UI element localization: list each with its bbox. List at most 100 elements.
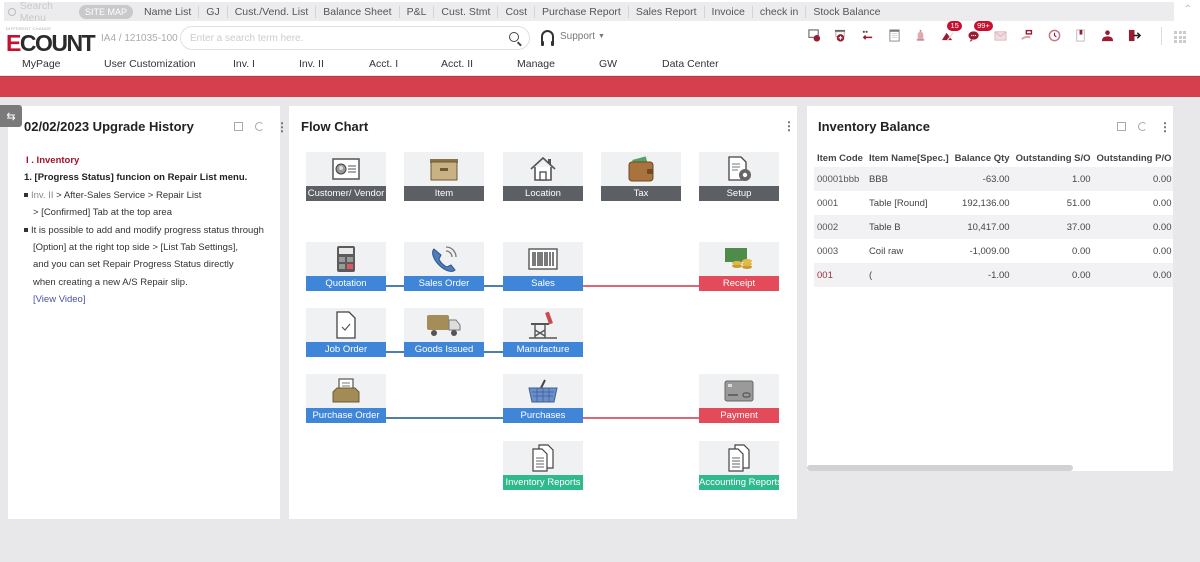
search-icon[interactable] <box>509 32 519 42</box>
quick-item-balance-sheet[interactable]: Balance Sheet <box>316 5 400 18</box>
ecount-logo[interactable]: DIFFERENT CHANGE ECOUNT <box>6 26 96 56</box>
bell-icon[interactable] <box>913 26 929 44</box>
bullet-continuation: when creating a new A/S Repair slip. <box>33 276 188 288</box>
global-search-input[interactable] <box>181 27 491 49</box>
cell-item-name[interactable]: ( <box>865 263 952 287</box>
quick-item-name-list[interactable]: Name List <box>137 5 200 18</box>
approval-icon[interactable]: 15 <box>939 21 962 44</box>
site-map-button[interactable]: SITE MAP <box>79 4 134 19</box>
column-header-outstanding-so[interactable]: Outstanding S/O <box>1013 150 1094 167</box>
flow-node-goods-issued[interactable]: Goods Issued <box>404 308 484 357</box>
nav-acct-1[interactable]: Acct. I <box>369 58 398 70</box>
nav-mypage[interactable]: MyPage <box>22 58 61 70</box>
search-icon <box>8 7 16 16</box>
contact-card-icon <box>306 152 386 186</box>
cell-item-name[interactable]: Table [Round] <box>866 191 952 215</box>
nav-inv-2[interactable]: Inv. II <box>299 58 324 70</box>
column-header-balance-qty[interactable]: Balance Qty <box>952 150 1013 167</box>
user-icon[interactable] <box>1100 26 1116 44</box>
nav-data-center[interactable]: Data Center <box>662 58 719 70</box>
quick-item-sales-report[interactable]: Sales Report <box>629 5 705 18</box>
clock-icon[interactable] <box>1046 26 1062 44</box>
menu-search[interactable]: Search Menu <box>4 0 79 24</box>
cell-item-name[interactable]: BBB <box>865 167 952 191</box>
calculator-icon <box>306 242 386 276</box>
mail-icon[interactable] <box>993 26 1009 44</box>
logout-icon[interactable] <box>1126 26 1142 44</box>
cell-item-code[interactable]: 00001bbb <box>814 167 866 191</box>
inventory-table: Item Code Item Name[Spec.] Balance Qty O… <box>814 150 1173 287</box>
quick-item-stock-balance[interactable]: Stock Balance <box>806 6 887 18</box>
more-vertical-icon[interactable]: ⋮ <box>783 120 795 132</box>
quick-item-cust-stmt[interactable]: Cust. Stmt <box>434 5 499 18</box>
cell-item-code[interactable]: 001 <box>814 263 866 287</box>
document-list-icon[interactable] <box>886 26 902 44</box>
popout-icon[interactable] <box>234 122 243 131</box>
global-search <box>180 26 530 50</box>
flow-node-tax[interactable]: Tax <box>601 152 681 201</box>
nav-acct-2[interactable]: Acct. II <box>441 58 473 70</box>
table-row[interactable]: 0003 Coil raw -1,009.00 0.00 0.00 <box>814 239 1173 263</box>
quick-item-invoice[interactable]: Invoice <box>705 5 753 18</box>
flow-node-payment[interactable]: Payment <box>699 374 779 423</box>
payroll-icon[interactable] <box>1020 26 1036 44</box>
quick-item-purchase-report[interactable]: Purchase Report <box>535 5 629 18</box>
flow-node-receipt[interactable]: Receipt <box>699 242 779 291</box>
chevron-up-icon[interactable]: ⌃ <box>1184 4 1192 15</box>
flow-node-quotation[interactable]: Quotation <box>306 242 386 291</box>
more-vertical-icon[interactable]: ⋮ <box>276 121 288 133</box>
cell-item-name[interactable]: Coil raw <box>866 239 952 263</box>
support-menu[interactable]: Support ▼ <box>541 30 605 46</box>
sidebar-toggle-button[interactable]: ⇆ <box>0 105 22 127</box>
column-header-item-name[interactable]: Item Name[Spec.] <box>866 150 952 167</box>
column-header-item-code[interactable]: Item Code <box>814 150 866 167</box>
popout-icon[interactable] <box>1117 122 1126 131</box>
cell-item-name[interactable]: Table B <box>865 215 952 239</box>
quick-item-cust-vend-list[interactable]: Cust./Vend. List <box>228 5 317 18</box>
flow-node-purchases[interactable]: Purchases <box>503 374 583 423</box>
quick-item-cost[interactable]: Cost <box>498 5 536 18</box>
chat-icon[interactable]: 99+ <box>966 21 993 44</box>
flow-node-item[interactable]: Item <box>404 152 484 201</box>
flow-node-manufacture[interactable]: Manufacture <box>503 308 583 357</box>
cell-item-code[interactable]: 0003 <box>814 239 866 263</box>
flow-node-purchase-order[interactable]: Purchase Order <box>306 374 386 423</box>
nav-inv-1[interactable]: Inv. I <box>233 58 255 70</box>
apps-grid-icon[interactable] <box>1174 31 1186 43</box>
flow-node-sales[interactable]: Sales <box>503 242 583 291</box>
screen-pay-icon[interactable] <box>806 26 822 44</box>
flow-node-location[interactable]: Location <box>503 152 583 201</box>
house-icon <box>503 152 583 186</box>
quick-item-pl[interactable]: P&L <box>400 5 435 18</box>
table-row[interactable]: 0002 Table B 10,417.00 37.00 0.00 <box>814 215 1173 239</box>
nav-manage[interactable]: Manage <box>517 58 555 70</box>
table-row[interactable]: 0001 Table [Round] 192,136.00 51.00 0.00 <box>814 191 1173 215</box>
flow-node-setup[interactable]: Setup <box>699 152 779 201</box>
horizontal-scrollbar[interactable] <box>807 465 1073 471</box>
bookmark-icon[interactable] <box>1073 26 1089 44</box>
view-video-link[interactable]: [View Video] <box>24 291 264 308</box>
checked-document-icon <box>306 308 386 342</box>
node-label: Item <box>404 186 484 201</box>
more-vertical-icon[interactable]: ⋮ <box>1159 121 1171 133</box>
nav-gw[interactable]: GW <box>599 58 617 70</box>
flow-node-customer-vendor[interactable]: Customer/ Vendor <box>306 152 386 201</box>
quick-item-gj[interactable]: GJ <box>199 5 228 18</box>
refresh-icon[interactable] <box>255 122 264 131</box>
cell-item-code[interactable]: 0002 <box>814 215 866 239</box>
flow-node-job-order[interactable]: Job Order <box>306 308 386 357</box>
flow-node-inventory-reports[interactable]: Inventory Reports <box>503 441 583 490</box>
flow-node-accounting-reports[interactable]: Accounting Reports <box>699 441 779 490</box>
table-row[interactable]: 00001bbb BBB -63.00 1.00 0.00 <box>814 167 1173 191</box>
nav-user-customization[interactable]: User Customization <box>104 58 196 70</box>
settings-document-icon <box>699 152 779 186</box>
calendar-add-icon[interactable] <box>833 26 849 44</box>
column-header-outstanding-po[interactable]: Outstanding P/O <box>1094 150 1173 167</box>
cell-item-code[interactable]: 0001 <box>814 191 866 215</box>
quick-item-check-in[interactable]: check in <box>753 5 807 18</box>
transfer-arrow-icon[interactable] <box>859 26 875 44</box>
table-row[interactable]: 001 ( -1.00 0.00 0.00 <box>814 263 1173 287</box>
flow-node-sales-order[interactable]: Sales Order <box>404 242 484 291</box>
truck-icon <box>404 308 484 342</box>
refresh-icon[interactable] <box>1138 122 1147 131</box>
